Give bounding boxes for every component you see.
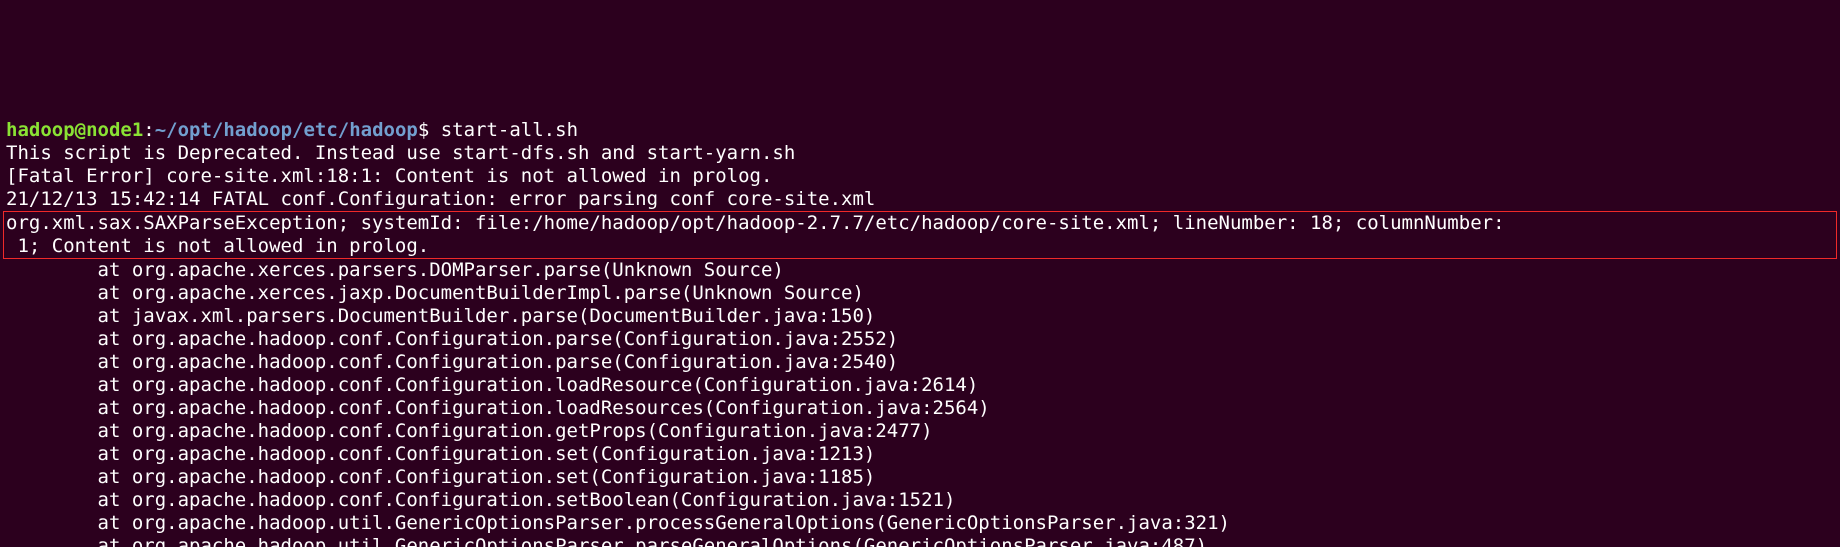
stack-trace-line: at org.apache.xerces.jaxp.DocumentBuilde…: [6, 282, 864, 304]
stack-trace-line: at org.apache.hadoop.conf.Configuration.…: [6, 397, 990, 419]
exception-line: org.xml.sax.SAXParseException; systemId:…: [6, 212, 1505, 234]
error-highlight-box: org.xml.sax.SAXParseException; systemId:…: [3, 211, 1837, 259]
stack-trace-line: at org.apache.hadoop.util.GenericOptions…: [6, 535, 1207, 547]
stack-trace-line: at org.apache.hadoop.conf.Configuration.…: [6, 374, 978, 396]
prompt-path: ~/opt/hadoop/etc/hadoop: [155, 119, 418, 141]
stack-trace-line: at org.apache.xerces.parsers.DOMParser.p…: [6, 259, 784, 281]
prompt-user-host: hadoop@node1: [6, 119, 143, 141]
stack-trace-line: at org.apache.hadoop.util.GenericOptions…: [6, 512, 1230, 534]
stack-trace-line: at org.apache.hadoop.conf.Configuration.…: [6, 466, 875, 488]
prompt-dollar: $: [418, 119, 441, 141]
stack-trace-line: at org.apache.hadoop.conf.Configuration.…: [6, 420, 933, 442]
stack-trace-line: at org.apache.hadoop.conf.Configuration.…: [6, 328, 898, 350]
output-line: 21/12/13 15:42:14 FATAL conf.Configurati…: [6, 188, 875, 210]
stack-trace-line: at org.apache.hadoop.conf.Configuration.…: [6, 443, 875, 465]
stack-trace-line: at org.apache.hadoop.conf.Configuration.…: [6, 351, 898, 373]
prompt-colon: :: [143, 119, 154, 141]
command-text: start-all.sh: [441, 119, 578, 141]
exception-line: 1; Content is not allowed in prolog.: [6, 235, 429, 257]
output-line: This script is Deprecated. Instead use s…: [6, 142, 795, 164]
stack-trace-line: at org.apache.hadoop.conf.Configuration.…: [6, 489, 955, 511]
terminal[interactable]: hadoop@node1:~/opt/hadoop/etc/hadoop$ st…: [0, 115, 1840, 547]
stack-trace-line: at javax.xml.parsers.DocumentBuilder.par…: [6, 305, 875, 327]
output-line: [Fatal Error] core-site.xml:18:1: Conten…: [6, 165, 772, 187]
prompt-line: hadoop@node1:~/opt/hadoop/etc/hadoop$ st…: [6, 119, 578, 141]
